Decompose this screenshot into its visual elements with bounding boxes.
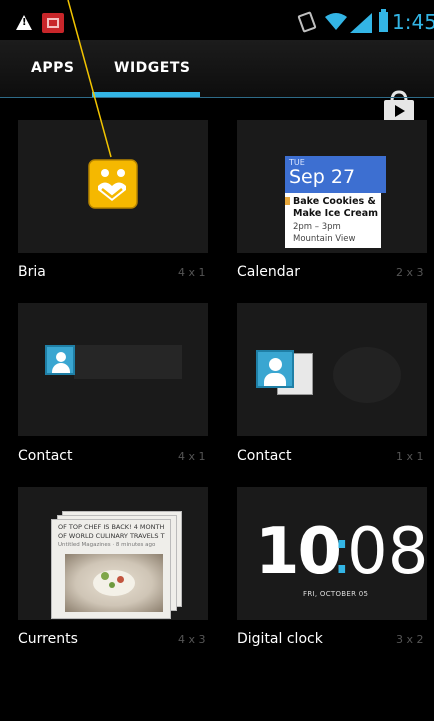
currents-source: Untitled Magazines · 8 minutes ago (58, 542, 156, 548)
currents-food-image (65, 554, 163, 612)
widget-size-calendar: 2 x 3 (396, 266, 424, 279)
widget-preview-contact-4x1[interactable] (18, 303, 208, 436)
contact-avatar-icon (256, 350, 294, 388)
widget-name-digital-clock: Digital clock (237, 631, 323, 647)
clock-minute: 08 (347, 515, 429, 589)
calendar-event-location: Mountain View (293, 234, 356, 244)
battery-icon (379, 9, 388, 32)
widget-name-calendar: Calendar (237, 264, 300, 280)
calendar-event-title-line2: Make Ice Cream (293, 208, 379, 219)
contact-background-shape (333, 347, 401, 403)
calendar-date: Sep 27 (289, 166, 356, 188)
play-store-icon[interactable] (383, 90, 415, 124)
vibrate-icon (297, 11, 317, 33)
widget-preview-bria[interactable] (18, 120, 208, 253)
widget-preview-calendar[interactable]: TUE Sep 27 Bake Cookies & Make Ice Cream… (237, 120, 427, 253)
widget-name-bria: Bria (18, 264, 46, 280)
wifi-icon (325, 13, 347, 30)
widget-name-contact-1x1: Contact (237, 448, 292, 464)
calendar-event-marker (285, 197, 290, 205)
widget-preview-contact-1x1[interactable] (237, 303, 427, 436)
widget-size-contact-4x1: 4 x 1 (178, 450, 206, 463)
widget-size-contact-1x1: 1 x 1 (396, 450, 424, 463)
widget-name-currents: Currents (18, 631, 78, 647)
tab-apps[interactable]: APPS (31, 60, 74, 76)
currents-page-front: OF TOP CHEF IS BACK! 4 MONTH OF WORLD CU… (51, 519, 171, 619)
widget-name-contact-4x1: Contact (18, 448, 73, 464)
tab-widgets[interactable]: WIDGETS (114, 60, 190, 76)
widget-size-currents: 4 x 3 (178, 633, 206, 646)
tab-bar: APPS WIDGETS (0, 40, 434, 123)
currents-headline-line2: OF WORLD CULINARY TRAVELS T (58, 532, 165, 540)
signal-icon (350, 13, 372, 33)
widget-preview-currents[interactable]: OF TOP CHEF IS BACK! 4 MONTH OF WORLD CU… (18, 487, 208, 620)
clock-time: 1:45 (392, 10, 434, 34)
status-bar: 1:45 (0, 0, 434, 40)
widget-size-digital-clock: 3 x 2 (396, 633, 424, 646)
notification-app-icon (42, 13, 64, 33)
tab-bar-divider (0, 97, 434, 98)
bria-icon (88, 159, 138, 209)
calendar-event-title-line1: Bake Cookies & (293, 196, 376, 207)
currents-headline-line1: OF TOP CHEF IS BACK! 4 MONTH (58, 523, 165, 531)
widget-preview-digital-clock[interactable]: 10 : 08 FRI, OCTOBER 05 (237, 487, 429, 620)
calendar-event-card: Bake Cookies & Make Ice Cream 2pm – 3pm … (285, 193, 381, 248)
widget-size-bria: 4 x 1 (178, 266, 206, 279)
clock-date: FRI, OCTOBER 05 (303, 590, 369, 598)
clock-hour: 10 (255, 515, 342, 589)
calendar-event-time: 2pm – 3pm (293, 222, 341, 232)
warning-icon (16, 15, 32, 30)
calendar-header: TUE Sep 27 (285, 156, 386, 193)
contact-avatar-icon (45, 345, 75, 375)
contact-bar (74, 345, 182, 379)
